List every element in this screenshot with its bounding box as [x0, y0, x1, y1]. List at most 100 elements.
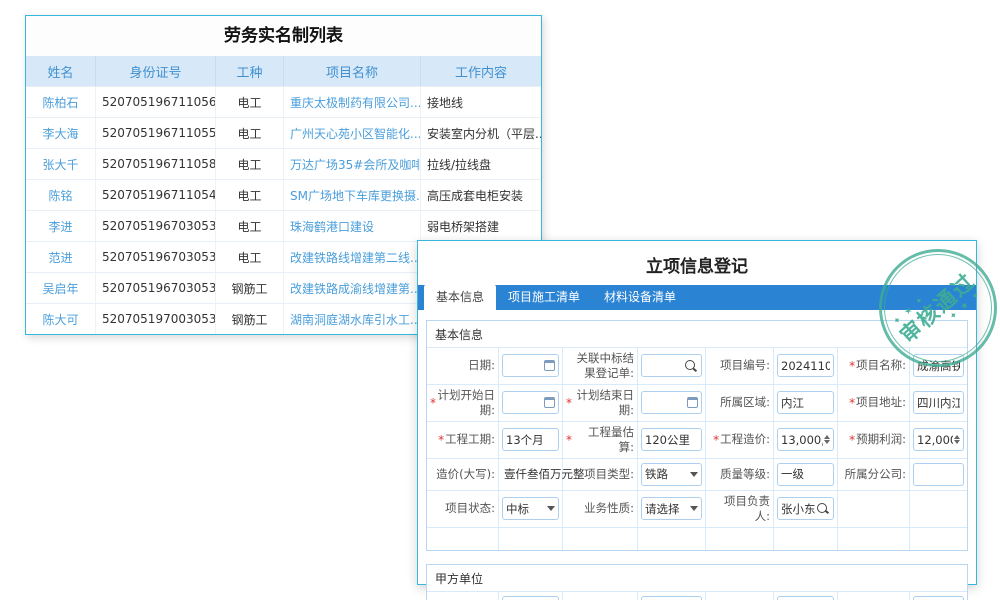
text-input[interactable]: 13个月 — [502, 428, 559, 451]
project-name-link[interactable]: 珠海鹤港口建设 — [284, 211, 421, 241]
field-value-cell — [910, 592, 967, 600]
form-row: *甲方单位:成渝铁路工联系人:刘晨联系方式:15203840584联系地址: — [427, 591, 967, 600]
field-value-cell — [638, 348, 706, 384]
search-input[interactable]: 张小东 — [777, 497, 834, 520]
project-name-link[interactable]: SM广场地下车库更换摄... — [284, 180, 421, 210]
caret-down-icon[interactable] — [547, 506, 555, 511]
worker-name-link[interactable]: 李进 — [26, 211, 96, 241]
worker-name-link[interactable]: 张大千 — [26, 149, 96, 179]
form-row: *计划开始日期:*计划结束日期:所属区域:内江*项目地址:四川内江市 — [427, 384, 967, 421]
number-input[interactable]: 13,000,000 — [777, 428, 834, 451]
id-number: 520705196711054... — [96, 180, 216, 210]
work-type: 电工 — [216, 242, 284, 272]
worker-name-link[interactable]: 李大海 — [26, 118, 96, 148]
spinner-icon[interactable] — [954, 435, 960, 444]
field-label-cell: 联系地址: — [838, 592, 910, 600]
caret-down-icon[interactable] — [690, 472, 698, 477]
text-input[interactable]: 四川内江市 — [913, 391, 964, 414]
field-value-cell: 刘晨 — [638, 592, 706, 600]
field-label-cell: 质量等级: — [706, 459, 774, 490]
form-row: 日期:关联中标结果登记单:项目编号:2024110017*项目名称:成渝高铁内江 — [427, 347, 967, 384]
spinner-icon[interactable] — [824, 435, 830, 444]
work-type: 钢筋工 — [216, 273, 284, 303]
text-input[interactable]: 2024110017 — [777, 354, 834, 377]
field-label-cell: 联系人: — [563, 592, 638, 600]
text-input[interactable]: 15203840584 — [777, 596, 834, 600]
date-input[interactable] — [502, 391, 559, 414]
field-value-cell: 张小东 — [774, 491, 838, 527]
worker-name-link[interactable]: 范进 — [26, 242, 96, 272]
worker-name-link[interactable]: 吴启年 — [26, 273, 96, 303]
text-input[interactable]: 成渝高铁内江 — [913, 354, 964, 377]
required-marker: * — [849, 433, 855, 447]
work-type: 电工 — [216, 149, 284, 179]
calendar-icon[interactable] — [687, 397, 698, 408]
work-content: 安装室内分机（平层... — [421, 118, 541, 148]
work-type: 钢筋工 — [216, 304, 284, 334]
field-label: 所属分公司: — [845, 467, 906, 482]
tab-construction-list[interactable]: 项目施工清单 — [496, 285, 592, 310]
field-label: 日期: — [468, 358, 495, 373]
select-input[interactable]: 请选择 — [641, 497, 702, 520]
select-input[interactable]: 铁路 — [641, 463, 702, 486]
worker-name-link[interactable]: 陈铭 — [26, 180, 96, 210]
field-label-cell: 所属区域: — [706, 385, 774, 421]
tab-basic-info[interactable]: 基本信息 — [424, 285, 496, 310]
field-value-cell: 2024110017 — [774, 348, 838, 384]
field-label-cell: 项目状态: — [427, 491, 499, 527]
calendar-icon[interactable] — [544, 397, 555, 408]
form-row: 造价(大写):壹仟叁佰万元整项目类型:铁路质量等级:一级所属分公司: — [427, 458, 967, 490]
date-input[interactable] — [502, 354, 559, 377]
project-name-link[interactable]: 改建铁路成渝线增建第... — [284, 273, 421, 303]
field-label-cell: 关联中标结果登记单: — [563, 348, 638, 384]
required-marker: * — [849, 396, 855, 410]
date-input[interactable] — [641, 391, 702, 414]
id-number: 520705196711058... — [96, 149, 216, 179]
project-name-link[interactable]: 湖南洞庭湖水库引水工... — [284, 304, 421, 334]
text-input[interactable] — [913, 463, 964, 486]
worker-name-link[interactable]: 陈柏石 — [26, 87, 96, 117]
search-icon[interactable] — [685, 360, 695, 370]
required-marker: * — [566, 433, 572, 447]
field-value-cell — [910, 528, 967, 550]
work-content: 接地线 — [421, 87, 541, 117]
table-row: 李大海520705196711055...电工广州天心苑小区智能化...安装室内… — [26, 117, 541, 148]
column-header: 工种 — [216, 56, 284, 86]
field-label-cell — [427, 528, 499, 550]
search-icon[interactable] — [817, 503, 827, 513]
work-type: 电工 — [216, 118, 284, 148]
search-input[interactable]: 成渝铁路工 — [502, 596, 559, 600]
form-row: 项目状态:中标业务性质:请选择项目负责人:张小东 — [427, 490, 967, 527]
input-value: 张小东 — [781, 501, 815, 517]
text-input[interactable]: 一级 — [777, 463, 834, 486]
required-marker: * — [438, 433, 444, 447]
text-input[interactable]: 刘晨 — [641, 596, 702, 600]
text-input[interactable]: 120公里 — [641, 428, 702, 451]
select-input[interactable]: 中标 — [502, 497, 559, 520]
search-input[interactable] — [641, 354, 702, 377]
required-marker: * — [713, 433, 719, 447]
text-input[interactable]: 内江 — [777, 391, 834, 414]
text-input[interactable] — [913, 596, 964, 600]
field-value-cell — [910, 491, 967, 527]
tab-material-equipment-list[interactable]: 材料设备清单 — [592, 285, 688, 310]
project-name-link[interactable]: 广州天心苑小区智能化... — [284, 118, 421, 148]
field-value-cell: 12,000,000 — [910, 422, 967, 458]
project-name-link[interactable]: 重庆太极制药有限公司... — [284, 87, 421, 117]
input-value: 铁路 — [645, 466, 668, 482]
field-label-cell: *计划结束日期: — [563, 385, 638, 421]
calendar-icon[interactable] — [544, 360, 555, 371]
field-value-cell: 13个月 — [499, 422, 563, 458]
project-name-link[interactable]: 万达广场35#会所及咖啡... — [284, 149, 421, 179]
project-name-link[interactable]: 改建铁路线增建第二线... — [284, 242, 421, 272]
field-label: 业务性质: — [584, 501, 634, 516]
number-input[interactable]: 12,000,000 — [913, 428, 964, 451]
caret-down-icon[interactable] — [690, 506, 698, 511]
field-label-cell: 项目类型: — [563, 459, 638, 490]
field-value-cell — [774, 528, 838, 550]
field-label: 项目状态: — [445, 501, 495, 516]
input-value: 13个月 — [506, 432, 544, 448]
worker-name-link[interactable]: 陈大可 — [26, 304, 96, 334]
work-content: 高压成套电柜安装 — [421, 180, 541, 210]
field-label-cell: 日期: — [427, 348, 499, 384]
